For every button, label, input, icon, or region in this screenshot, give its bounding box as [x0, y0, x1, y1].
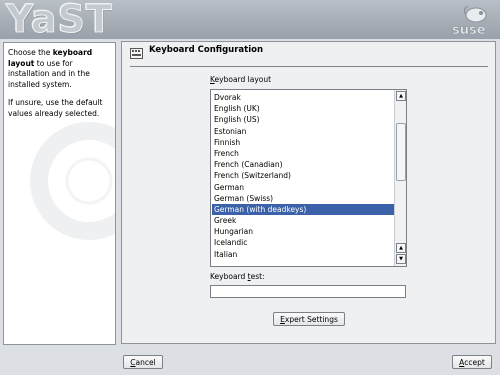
keyboard-icon — [130, 48, 143, 59]
keyboard-layout-list[interactable]: Dvorak English (UK) English (US) Estonian Fi… — [210, 89, 407, 267]
list-scrollbar[interactable]: ▲ ▲ ▼ — [394, 90, 406, 266]
keyboard-layout-option[interactable]: Finnish — [212, 137, 394, 148]
scroll-up-arrow-icon[interactable]: ▲ — [396, 91, 406, 101]
keyboard-layout-option[interactable]: French (Switzerland) — [212, 170, 394, 181]
keyboard-layout-option[interactable]: English (US) — [212, 114, 394, 125]
keyboard-layout-option[interactable]: Dvorak — [212, 92, 394, 103]
lifebuoy-watermark-icon — [30, 122, 115, 240]
suse-logo-icon: suse — [452, 5, 487, 37]
keyboard-layout-option[interactable]: French (Canadian) — [212, 159, 394, 170]
keyboard-layout-option[interactable]: Icelandic — [212, 237, 394, 248]
page-title: Keyboard Configuration — [149, 45, 263, 55]
keyboard-layout-label: Keyboard layout — [210, 75, 272, 84]
scrollbar-thumb[interactable] — [396, 123, 406, 181]
help-panel: Choose the keyboard layout to use for in… — [3, 42, 116, 345]
help-paragraph-1: Choose the keyboard layout to use for in… — [8, 48, 93, 89]
scroll-up-arrow-icon[interactable]: ▲ — [396, 243, 406, 253]
cancel-button[interactable]: Cancel — [123, 355, 163, 369]
scroll-down-arrow-icon[interactable]: ▼ — [396, 254, 406, 264]
suse-logo-text: suse — [452, 23, 486, 37]
keyboard-layout-option[interactable]: French — [212, 148, 394, 159]
keyboard-layout-option[interactable]: German — [212, 182, 394, 193]
yast-banner: YaST suse — [0, 0, 500, 39]
keyboard-layout-option[interactable]: Hungarian — [212, 226, 394, 237]
yast-logo: YaST — [6, 0, 113, 39]
title-divider — [130, 66, 488, 67]
main-panel: Keyboard Configuration Keyboard layout D… — [121, 41, 496, 344]
accept-button[interactable]: Accept — [452, 355, 492, 369]
keyboard-layout-option[interactable]: Greek — [212, 215, 394, 226]
keyboard-layout-option[interactable]: Italian — [212, 249, 394, 260]
keyboard-layout-option[interactable]: English (UK) — [212, 103, 394, 114]
keyboard-layout-option[interactable]: German (Swiss) — [212, 193, 394, 204]
keyboard-test-label: Keyboard test: — [210, 272, 265, 281]
keyboard-layout-option[interactable]: German (with deadkeys) — [212, 203, 394, 216]
keyboard-layout-option[interactable]: Estonian — [212, 126, 394, 137]
help-paragraph-2: If unsure, use the default values alread… — [8, 98, 103, 118]
keyboard-test-input[interactable] — [210, 285, 406, 298]
expert-settings-button[interactable]: Expert Settings — [273, 312, 345, 326]
